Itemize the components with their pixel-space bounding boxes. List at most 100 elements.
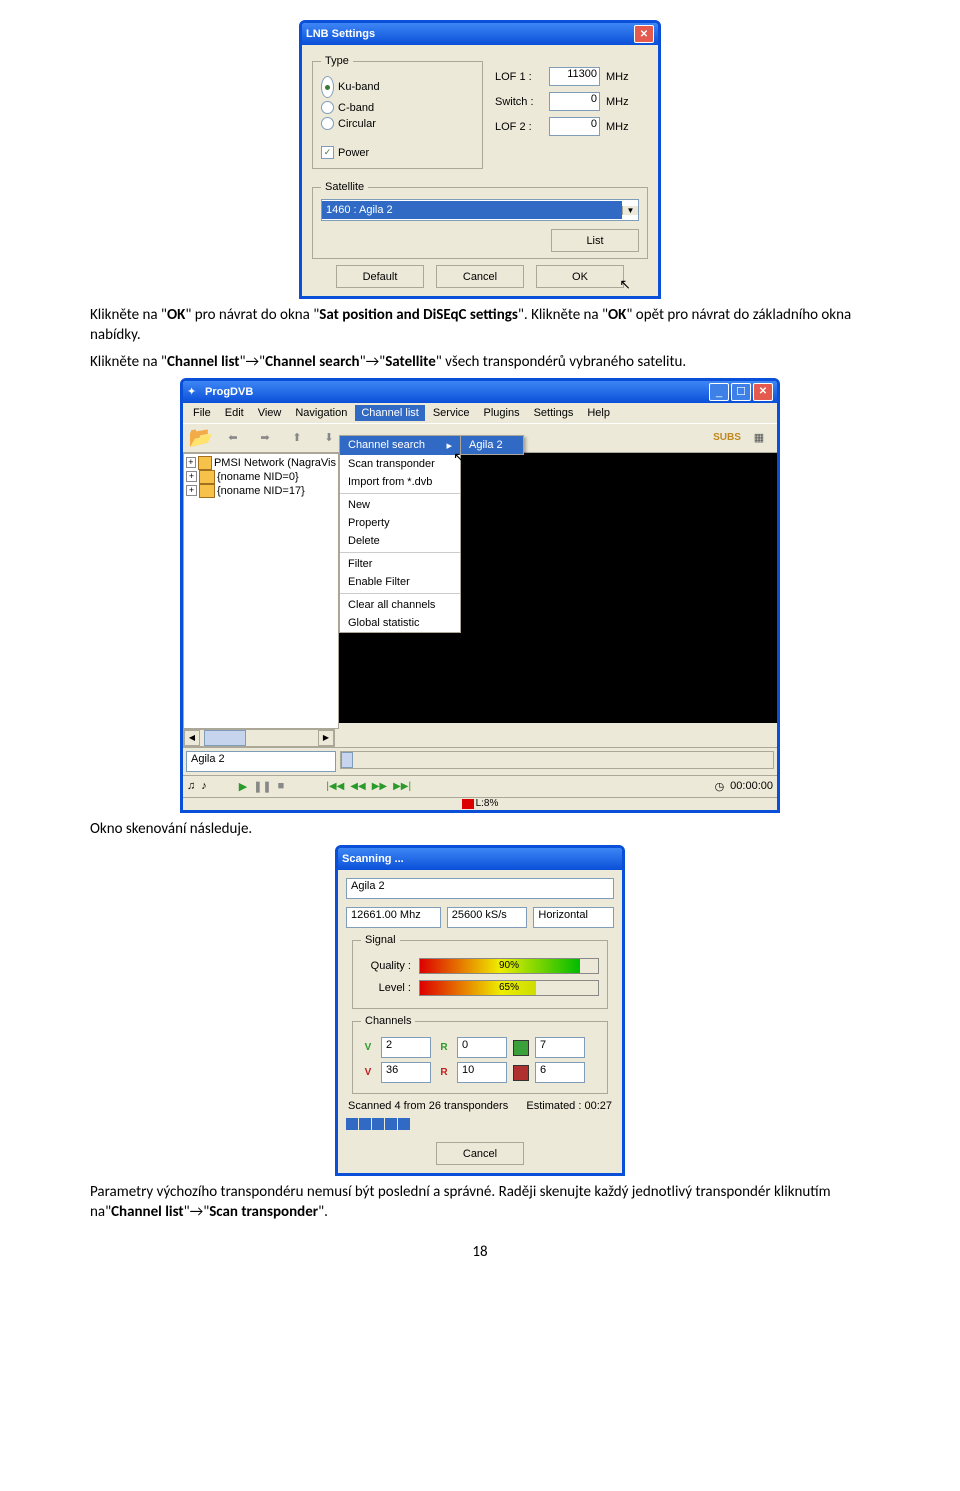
satellite-select[interactable]: 1460 : Agila 2 ▼ bbox=[321, 199, 639, 221]
folder-open-icon[interactable]: 📂 bbox=[187, 426, 215, 450]
cancel-button[interactable]: Cancel bbox=[436, 265, 524, 288]
stop-icon[interactable]: ■ bbox=[278, 780, 285, 792]
menu-help[interactable]: Help bbox=[581, 405, 616, 421]
tree-scrollbar[interactable]: ◀ ▶ bbox=[183, 729, 335, 747]
play-icon[interactable]: ▶ bbox=[239, 780, 247, 793]
menu-item-channel-search[interactable]: Channel search▸ bbox=[340, 436, 460, 455]
close-icon[interactable]: ✕ bbox=[634, 25, 654, 43]
close-icon[interactable]: ✕ bbox=[753, 383, 773, 401]
menu-settings[interactable]: Settings bbox=[528, 405, 580, 421]
scanning-title: Scanning ... bbox=[342, 853, 618, 865]
scroll-left-icon[interactable]: ◀ bbox=[184, 730, 200, 746]
channel-tree[interactable]: +PMSI Network (NagraVis +{noname NID=0} … bbox=[183, 453, 339, 729]
lof1-input[interactable]: 11300 bbox=[549, 67, 600, 86]
next-track-icon[interactable]: ▶▶| bbox=[393, 781, 411, 792]
menu-item-global-statistic[interactable]: Global statistic bbox=[340, 614, 460, 632]
menu-item-clear-channels[interactable]: Clear all channels bbox=[340, 596, 460, 614]
chevron-down-icon: ▼ bbox=[622, 206, 638, 215]
estimated-text: Estimated : 00:27 bbox=[526, 1100, 612, 1112]
menu-item-delete[interactable]: Delete bbox=[340, 532, 460, 550]
switch-label: Switch : bbox=[495, 96, 543, 108]
tree-row[interactable]: +{noname NID=17} bbox=[186, 484, 336, 498]
menu-item-filter[interactable]: Filter bbox=[340, 555, 460, 573]
paragraph-2: Klikněte na "Channel list"→"Channel sear… bbox=[90, 352, 870, 372]
submenu-satellite[interactable]: Agila 2 bbox=[461, 436, 523, 454]
menu-navigation[interactable]: Navigation bbox=[289, 405, 353, 421]
progdvb-title: ProgDVB bbox=[205, 386, 707, 398]
menu-item-enable-filter[interactable]: Enable Filter bbox=[340, 573, 460, 591]
radio-c-band[interactable]: C-band bbox=[321, 101, 474, 114]
ok-button[interactable]: OK↖ bbox=[536, 265, 624, 288]
app-icon: ✦ bbox=[187, 385, 201, 399]
audio-icon[interactable]: ♫ bbox=[187, 780, 195, 792]
scan-cancel-button[interactable]: Cancel bbox=[436, 1142, 524, 1165]
checkbox-power[interactable]: ✓Power bbox=[321, 146, 474, 159]
note-icon[interactable]: ♪ bbox=[201, 780, 207, 792]
radio-red-icon: R bbox=[437, 1066, 451, 1080]
rewind-icon[interactable]: ◀◀ bbox=[350, 781, 365, 792]
level-bar: 65% bbox=[419, 980, 599, 996]
count-field: 0 bbox=[457, 1037, 507, 1058]
lnb-settings-window: LNB Settings ✕ Type Ku-band C-band Circu… bbox=[299, 20, 661, 299]
disk-red-icon bbox=[513, 1065, 529, 1081]
channel-list-dropdown: Channel search▸ Scan transponder Import … bbox=[339, 435, 461, 633]
seek-bar[interactable] bbox=[340, 751, 774, 769]
menu-item-scan-transponder[interactable]: Scan transponder bbox=[340, 455, 460, 473]
prev-track-icon[interactable]: |◀◀ bbox=[326, 781, 344, 792]
scan-satellite-field[interactable]: Agila 2 bbox=[346, 878, 614, 899]
progdvb-window: ✦ ProgDVB _ ☐ ✕ File Edit View Navigatio… bbox=[180, 378, 780, 813]
signal-bar: L:8% bbox=[183, 797, 777, 810]
menu-plugins[interactable]: Plugins bbox=[478, 405, 526, 421]
menubar: File Edit View Navigation Channel list S… bbox=[183, 403, 777, 423]
pause-icon[interactable]: ❚❚ bbox=[253, 780, 271, 793]
lnb-titlebar[interactable]: LNB Settings ✕ bbox=[302, 23, 658, 45]
status-satellite: Agila 2 bbox=[186, 751, 336, 772]
disk-green-icon bbox=[513, 1040, 529, 1056]
scan-sr-field[interactable]: 25600 kS/s bbox=[447, 907, 528, 928]
arrow-up-icon[interactable]: ⬆ bbox=[283, 426, 311, 450]
menu-channel-list[interactable]: Channel list bbox=[355, 405, 424, 421]
progdvb-titlebar[interactable]: ✦ ProgDVB _ ☐ ✕ bbox=[183, 381, 777, 403]
radio-circular[interactable]: Circular bbox=[321, 117, 474, 130]
time-display: 00:00:00 bbox=[730, 780, 773, 792]
scroll-right-icon[interactable]: ▶ bbox=[318, 730, 334, 746]
subs-icon[interactable]: SUBS bbox=[713, 426, 741, 450]
signal-legend: Signal bbox=[361, 934, 400, 946]
menu-item-new[interactable]: New bbox=[340, 496, 460, 514]
menu-view[interactable]: View bbox=[252, 405, 288, 421]
count-field: 10 bbox=[457, 1062, 507, 1083]
status-bar: Agila 2 bbox=[183, 747, 777, 775]
scan-pol-field[interactable]: Horizontal bbox=[533, 907, 614, 928]
radio-green-icon: R bbox=[437, 1041, 451, 1055]
level-label: Level : bbox=[361, 982, 411, 994]
tree-row[interactable]: +{noname NID=0} bbox=[186, 470, 336, 484]
forward-icon[interactable]: ▶▶ bbox=[372, 781, 387, 792]
maximize-icon[interactable]: ☐ bbox=[731, 383, 751, 401]
scanning-titlebar[interactable]: Scanning ... bbox=[338, 848, 622, 870]
arrow-left-icon[interactable]: ⬅ bbox=[219, 426, 247, 450]
folder-icon bbox=[199, 470, 215, 484]
menu-item-import[interactable]: Import from *.dvb bbox=[340, 473, 460, 491]
cursor-icon: ↖ bbox=[619, 276, 631, 293]
menu-service[interactable]: Service bbox=[427, 405, 476, 421]
type-legend: Type bbox=[321, 55, 353, 67]
lof2-input[interactable]: 0 bbox=[549, 117, 600, 136]
switch-input[interactable]: 0 bbox=[549, 92, 600, 111]
video-green-icon: V bbox=[361, 1041, 375, 1055]
menu-file[interactable]: File bbox=[187, 405, 217, 421]
quality-label: Quality : bbox=[361, 960, 411, 972]
list-button[interactable]: List bbox=[551, 229, 639, 252]
default-button[interactable]: Default bbox=[336, 265, 424, 288]
page-number: 18 bbox=[90, 1243, 870, 1261]
arrow-right-icon[interactable]: ➡ bbox=[251, 426, 279, 450]
menu-edit[interactable]: Edit bbox=[219, 405, 250, 421]
tool-icon[interactable]: ▦ bbox=[745, 426, 773, 450]
minimize-icon[interactable]: _ bbox=[709, 383, 729, 401]
scan-freq-field[interactable]: 12661.00 Mhz bbox=[346, 907, 441, 928]
lnb-title: LNB Settings bbox=[306, 28, 634, 40]
tree-row[interactable]: +PMSI Network (NagraVis bbox=[186, 456, 336, 470]
channels-legend: Channels bbox=[361, 1015, 415, 1027]
scanning-window: Scanning ... Agila 2 12661.00 Mhz 25600 … bbox=[335, 845, 625, 1176]
menu-item-property[interactable]: Property bbox=[340, 514, 460, 532]
radio-ku-band[interactable]: Ku-band bbox=[321, 76, 474, 98]
